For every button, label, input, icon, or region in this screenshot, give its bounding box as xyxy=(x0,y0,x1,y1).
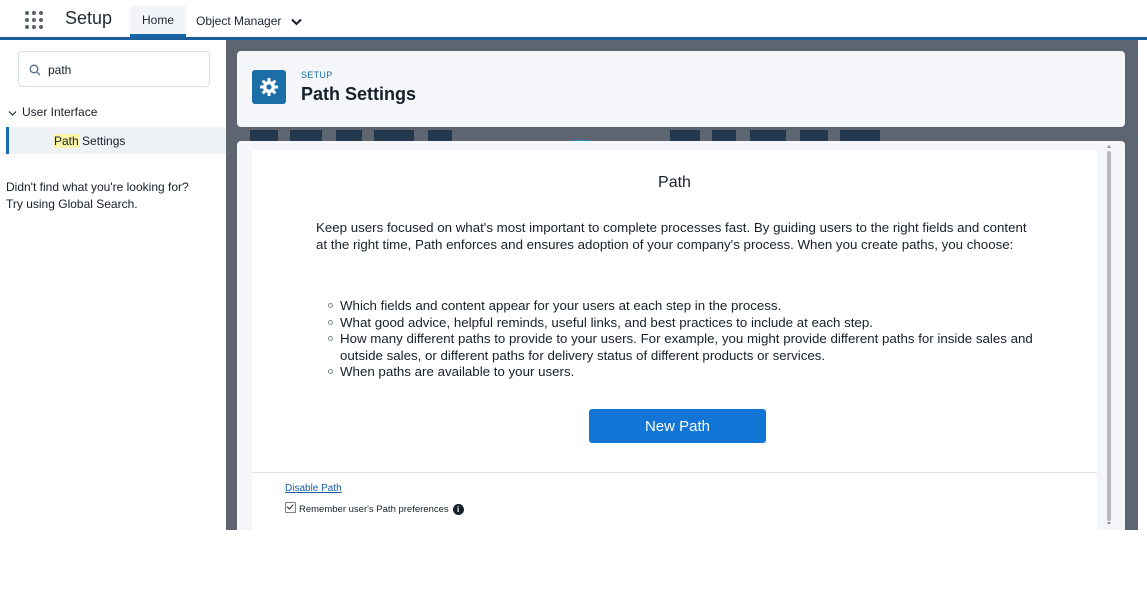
quick-find-input[interactable] xyxy=(46,60,200,80)
search-match-highlight: Path xyxy=(54,134,79,148)
tab-home[interactable]: Home xyxy=(130,6,186,37)
new-path-button[interactable]: New Path xyxy=(589,409,766,443)
list-item: How many different paths to provide to y… xyxy=(328,331,1048,364)
path-settings-panel: Path Keep users focused on what's most i… xyxy=(252,150,1097,530)
tree-item-user-interface[interactable]: User Interface xyxy=(8,105,97,120)
app-launcher-icon[interactable] xyxy=(25,11,43,29)
page-eyebrow: SETUP xyxy=(301,70,333,80)
tree-item-label: Path Settings xyxy=(54,134,125,148)
scroll-up-arrow-icon[interactable] xyxy=(1107,145,1111,148)
feature-list: Which fields and content appear for your… xyxy=(328,298,1048,381)
help-line-1: Didn't find what you're looking for? xyxy=(6,180,189,194)
divider xyxy=(252,472,1097,473)
gear-icon xyxy=(252,70,286,104)
info-icon[interactable]: i xyxy=(452,504,464,515)
page-title: Path Settings xyxy=(301,84,417,104)
content-card: Path Keep users focused on what's most i… xyxy=(237,141,1125,530)
tab-home-label: Home xyxy=(141,13,174,27)
remember-preferences-label: Remember user's Path preferences xyxy=(299,504,449,515)
list-item: Which fields and content appear for your… xyxy=(328,298,1048,315)
setup-sidebar: User Interface Path Settings Didn't find… xyxy=(0,40,226,530)
chevron-down-icon[interactable] xyxy=(8,106,17,120)
list-item: What good advice, helpful reminds, usefu… xyxy=(328,315,1048,332)
app-name: Setup xyxy=(65,8,113,28)
global-search-hint: Didn't find what you're looking for? Try… xyxy=(6,179,216,213)
quick-find-box[interactable] xyxy=(18,51,210,87)
help-line-2: Try using Global Search. xyxy=(6,197,138,211)
tree-item-label: User Interface xyxy=(22,105,98,119)
tree-item-path-settings[interactable]: Path Settings xyxy=(6,127,226,154)
disable-path-link[interactable]: Disable Path xyxy=(285,483,342,494)
chevron-down-icon[interactable] xyxy=(291,7,302,37)
remember-preferences-row: Remember user's Path preferences i xyxy=(285,502,464,515)
global-header: Setup Home Object Manager xyxy=(0,0,1147,37)
page-header: SETUP Path Settings xyxy=(237,51,1125,127)
list-item: When paths are available to your users. xyxy=(328,364,1048,381)
tab-object-manager-label: Object Manager xyxy=(196,14,282,28)
section-title: Path xyxy=(658,174,691,191)
tab-object-manager[interactable]: Object Manager xyxy=(196,6,306,37)
scrollbar[interactable] xyxy=(1105,145,1113,525)
intro-paragraph: Keep users focused on what's most import… xyxy=(316,220,1027,252)
search-icon xyxy=(29,63,41,81)
scrollbar-thumb[interactable] xyxy=(1107,151,1111,521)
scroll-down-arrow-icon[interactable] xyxy=(1107,522,1111,525)
tree-item-label-rest: Settings xyxy=(78,134,126,148)
remember-preferences-checkbox[interactable] xyxy=(285,502,296,513)
main-content-area: SETUP Path Settings Path Keep users focu… xyxy=(226,40,1138,530)
